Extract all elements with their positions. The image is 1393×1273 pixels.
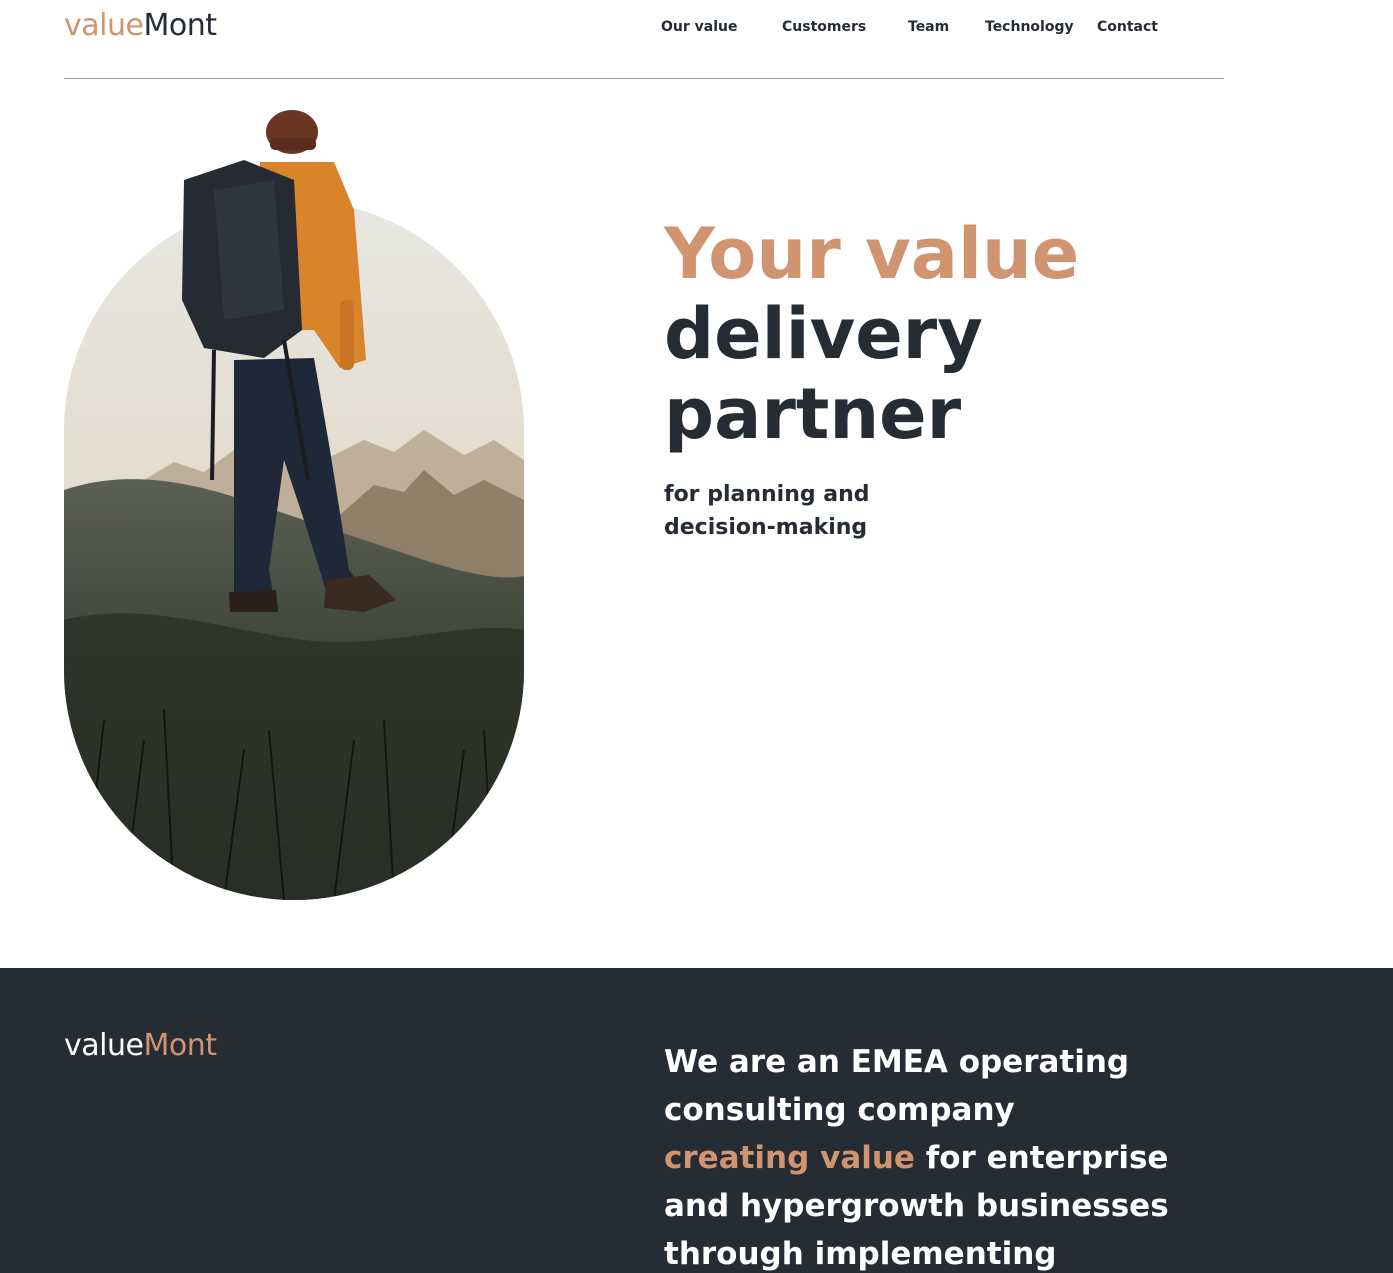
logo-part-mont: Mont (143, 8, 217, 43)
hero-title-line-3: partner (664, 373, 962, 455)
about-line-1: We are an EMEA operating (664, 1044, 1130, 1080)
hero-title: Your value delivery partner (664, 214, 1079, 454)
footer-logo-part-mont: Mont (143, 1028, 217, 1063)
hero-subtitle-line-1: for planning and (664, 482, 870, 507)
about-line-3: creating value for enterprise (664, 1134, 1224, 1182)
nav-contact[interactable]: Contact (1097, 19, 1158, 35)
hero-title-line-1: Your value (664, 213, 1080, 295)
about-highlight: creating value (664, 1140, 915, 1176)
hero-title-line-2: delivery (664, 293, 983, 375)
hero-subtitle: for planning and decision-making (664, 478, 924, 544)
site-header: valueMont Our value Customers Team Techn… (0, 0, 1393, 80)
about-line-3-rest: for enterprise (914, 1140, 1169, 1176)
footer-logo-part-value: value (64, 1028, 144, 1063)
nav-our-value[interactable]: Our value (661, 19, 737, 35)
header-divider (64, 78, 1224, 79)
about-section: valueMont We are an EMEA operating consu… (0, 968, 1393, 1273)
footer-logo[interactable]: valueMont (64, 1028, 217, 1063)
nav-technology[interactable]: Technology (985, 19, 1074, 35)
about-line-5: through implementing (664, 1236, 1057, 1272)
hero-hiker-image (64, 110, 524, 900)
about-text: We are an EMEA operating consulting comp… (664, 1038, 1224, 1273)
about-line-4: and hypergrowth businesses (664, 1188, 1169, 1224)
hero-subtitle-line-2: decision-making (664, 515, 868, 540)
logo-part-value: value (64, 8, 144, 43)
nav-team[interactable]: Team (908, 19, 949, 35)
about-line-2: consulting company (664, 1092, 1015, 1128)
nav-customers[interactable]: Customers (782, 19, 866, 35)
logo[interactable]: valueMont (64, 8, 217, 43)
